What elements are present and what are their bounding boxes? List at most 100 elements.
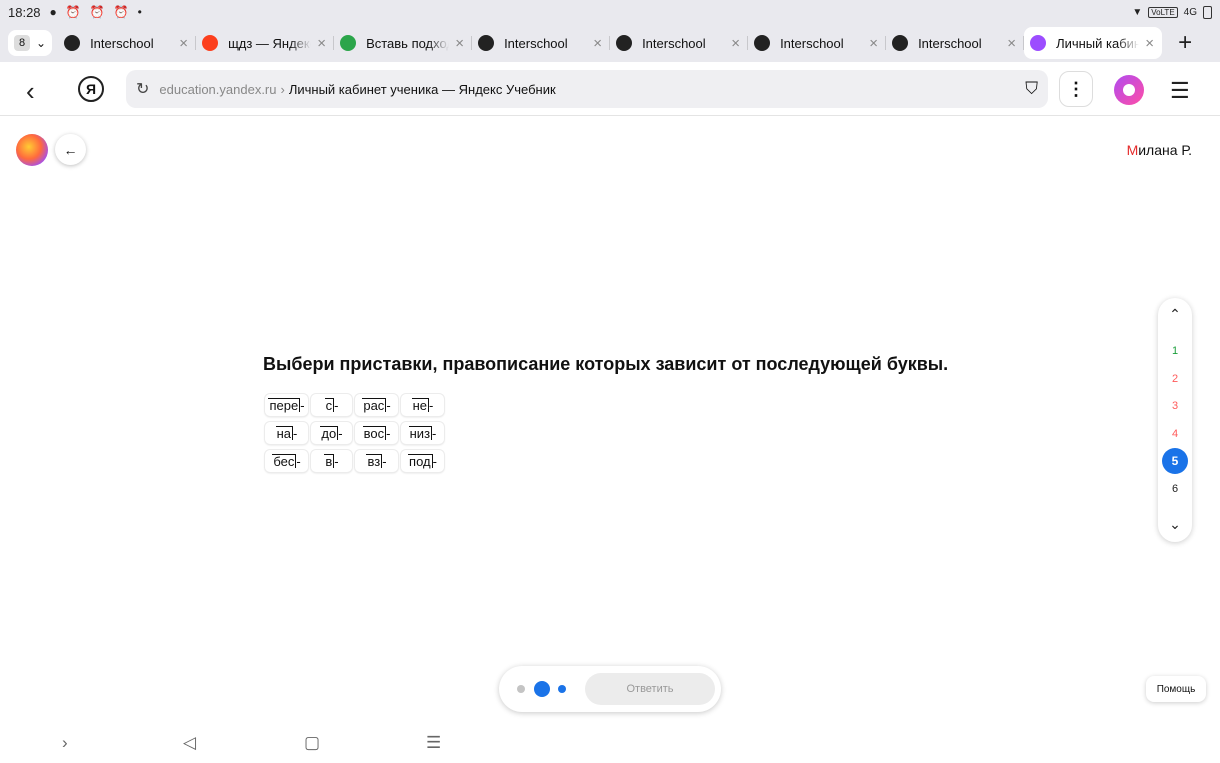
back-button[interactable]: ‹ <box>26 76 35 107</box>
prefix-chip[interactable]: вос - <box>355 422 398 444</box>
question-number-6[interactable]: 6 <box>1162 476 1188 502</box>
more-menu-button[interactable]: ⋮ <box>1059 71 1093 107</box>
close-icon[interactable]: × <box>731 35 740 52</box>
tab-count: 8 <box>14 35 30 51</box>
prefix-text: низ <box>408 426 433 441</box>
yandex-education-logo[interactable] <box>16 134 48 166</box>
prefix-dash: - <box>293 425 298 441</box>
close-icon[interactable]: × <box>593 35 602 52</box>
tab-label: Interschool <box>504 35 568 51</box>
tab-4[interactable]: Interschool × <box>610 27 749 59</box>
prefix-chip[interactable]: рас - <box>355 394 398 416</box>
chevron-down-icon: ⌄ <box>36 36 47 50</box>
prefix-chip[interactable]: низ - <box>401 422 444 444</box>
tab-counter-button[interactable]: 8 ⌄ <box>8 30 53 56</box>
arrow-left-icon: ← <box>63 141 78 158</box>
prefix-chip[interactable]: вз - <box>355 450 398 472</box>
prefix-text: вос <box>362 426 387 441</box>
interschool-icon <box>892 35 909 51</box>
tab-7[interactable]: Личный кабинет × <box>1024 27 1163 59</box>
nav-back-icon[interactable]: ◁ <box>183 733 196 753</box>
prefix-text: на <box>275 426 294 441</box>
answer-button[interactable]: Ответить <box>585 673 715 705</box>
prefix-dash: - <box>432 453 437 469</box>
tab-strip: 8 ⌄ Interschool × щдз — Яндекс × Вставь подх… <box>0 24 1220 62</box>
yandex-education-icon <box>1030 35 1047 51</box>
prefix-text: рас <box>362 398 387 413</box>
tab-label: щдз — Яндекс <box>228 35 312 51</box>
chevron-down-icon[interactable]: ⌄ <box>1158 516 1192 533</box>
tab-label: Личный кабинет <box>1056 35 1140 51</box>
tab-1[interactable]: щдз — Яндекс × <box>196 27 335 59</box>
prefix-chip[interactable]: в- <box>311 450 352 472</box>
nav-recents-icon[interactable]: ☰ <box>426 733 441 753</box>
prefix-options: пере - с - рас - не - на - до - вос - низ - бес - в - вз - под… <box>265 394 444 472</box>
prefix-dash: - <box>334 453 339 469</box>
prefix-dash: - <box>432 425 437 441</box>
tab-label: Interschool <box>90 35 154 51</box>
page-back-button[interactable]: ← <box>55 134 86 165</box>
url-field[interactable]: ↻ education.yandex.ru › Личный кабинет у… <box>126 70 1048 108</box>
tab-3[interactable]: Interschool × <box>472 27 611 59</box>
close-icon[interactable]: × <box>869 35 878 52</box>
user-name-rest: илана Р. <box>1138 142 1192 158</box>
chevron-right-icon[interactable]: › <box>62 733 68 753</box>
prefix-chip[interactable]: с- <box>311 394 352 416</box>
close-icon[interactable]: × <box>1145 35 1154 52</box>
tab-0[interactable]: Interschool × <box>58 27 197 59</box>
question-number-3[interactable]: 3 <box>1162 393 1188 419</box>
prefix-text: под <box>408 454 433 469</box>
prefix-chip[interactable]: бес - <box>265 450 308 472</box>
address-bar: ‹ Я ↻ education.yandex.ru › Личный кабин… <box>0 62 1220 116</box>
hamburger-menu-button[interactable]: ☰ <box>1170 78 1190 104</box>
tabs-list: Interschool×щдз — Яндекс×Вставь подходящ… <box>58 27 1163 59</box>
interschool-icon <box>478 35 495 51</box>
url-domain: education.yandex.ru <box>159 81 277 97</box>
tab-6[interactable]: Interschool × <box>886 27 1025 59</box>
chat-icon: ● <box>49 5 57 19</box>
prefix-text: бес <box>272 454 297 469</box>
prefix-chip[interactable]: до - <box>311 422 352 444</box>
prefix-dash: - <box>386 397 391 413</box>
question-number-5[interactable]: 5 <box>1162 448 1188 475</box>
prefix-chip[interactable]: на - <box>265 422 308 444</box>
chevron-up-icon[interactable]: ⌃ <box>1158 306 1192 323</box>
prefix-chip[interactable]: пере - <box>265 394 308 416</box>
user-name[interactable]: Милана Р. <box>1127 142 1192 158</box>
reload-icon[interactable]: ↻ <box>136 79 149 99</box>
interschool-icon <box>754 35 771 51</box>
prefix-dash: - <box>429 397 434 413</box>
close-icon[interactable]: × <box>317 35 326 52</box>
help-button[interactable]: Помощь <box>1146 676 1206 702</box>
tab-label: Вставь подходящее <box>366 35 449 51</box>
dot-icon: • <box>137 5 142 19</box>
yandex-button[interactable]: Я <box>78 76 104 102</box>
prefix-chip[interactable]: не - <box>401 394 444 416</box>
close-icon[interactable]: × <box>1007 35 1016 52</box>
prefix-text: пере <box>268 398 301 413</box>
prefix-dash: - <box>300 397 305 413</box>
close-icon[interactable]: × <box>179 35 188 52</box>
kebab-icon: ⋮ <box>1067 78 1085 99</box>
shield-icon[interactable]: ⛉ <box>1025 79 1038 99</box>
status-bar: 18:28 ● ⏰ ⏰ ⏰ • ▼ VoLTE 4G <box>0 0 1220 24</box>
question-number-4[interactable]: 4 <box>1162 421 1188 447</box>
alarm-icon: ⏰ <box>113 5 129 19</box>
progress-dot-current <box>534 681 550 697</box>
tab-5[interactable]: Interschool × <box>748 27 887 59</box>
question-number-2[interactable]: 2 <box>1162 366 1188 392</box>
close-icon[interactable]: × <box>455 35 464 52</box>
progress-dot <box>517 685 525 693</box>
prefix-dash: - <box>386 425 391 441</box>
new-tab-button[interactable]: + <box>1178 29 1192 57</box>
question-number-1[interactable]: 1 <box>1162 338 1188 364</box>
wifi-icon: ▼ <box>1132 6 1143 18</box>
alice-assistant-button[interactable] <box>1114 75 1144 105</box>
page-title-in-url: Личный кабинет ученика — Яндекс Учебник <box>288 81 556 97</box>
question-text: Выбери приставки, правописание которых з… <box>263 354 949 374</box>
tab-2[interactable]: Вставь подходящее × <box>334 27 473 59</box>
prefix-chip[interactable]: под - <box>401 450 444 472</box>
prefix-dash: - <box>296 453 301 469</box>
system-nav-bar: › ◁ ▢ ☰ <box>0 725 1220 763</box>
nav-home-icon[interactable]: ▢ <box>304 733 320 753</box>
